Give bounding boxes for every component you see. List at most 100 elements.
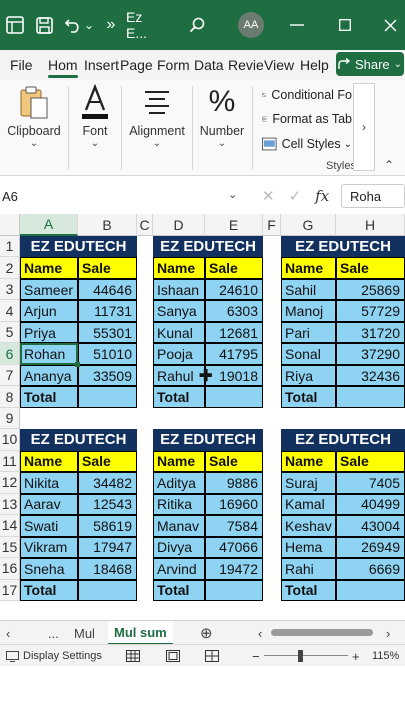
- column-header-h[interactable]: H: [336, 214, 405, 236]
- collapse-ribbon-icon[interactable]: ⌃: [384, 158, 394, 172]
- sale-cell[interactable]: 43004: [336, 515, 405, 537]
- sale-cell[interactable]: 26949: [336, 536, 405, 559]
- name-cell[interactable]: Sanya: [153, 300, 205, 322]
- insert-function-icon[interactable]: fx: [315, 187, 329, 205]
- name-column-header[interactable]: Name: [20, 450, 78, 473]
- display-settings-button[interactable]: Display Settings: [6, 645, 102, 667]
- total-label-cell[interactable]: Total: [153, 386, 205, 408]
- undo-icon[interactable]: [62, 0, 84, 50]
- column-header-d[interactable]: D: [153, 214, 205, 236]
- column-header-f[interactable]: F: [263, 214, 281, 236]
- font-group[interactable]: Font ⌄: [70, 80, 120, 176]
- number-group[interactable]: % Number ⌄: [194, 80, 250, 176]
- sale-cell[interactable]: 34482: [78, 472, 137, 494]
- sale-cell[interactable]: 12681: [205, 321, 263, 344]
- name-box-chevron-icon[interactable]: ⌄: [228, 188, 237, 201]
- name-column-header[interactable]: Name: [153, 257, 205, 279]
- table-title[interactable]: EZ EDUTECH: [20, 236, 137, 258]
- table-title[interactable]: EZ EDUTECH: [281, 236, 405, 258]
- name-cell[interactable]: Manoj: [281, 300, 336, 322]
- alignment-group[interactable]: Alignment ⌄: [124, 80, 190, 176]
- sale-cell[interactable]: 16960: [205, 493, 263, 516]
- sheet-more-icon[interactable]: ...: [48, 621, 59, 645]
- enter-icon[interactable]: ✓: [289, 187, 302, 205]
- table-title[interactable]: EZ EDUTECH: [153, 236, 263, 258]
- name-cell[interactable]: Sahil: [281, 278, 336, 301]
- total-label-cell[interactable]: Total: [281, 579, 336, 601]
- sale-cell[interactable]: 19018: [205, 364, 263, 387]
- sale-cell[interactable]: 24610: [205, 278, 263, 301]
- clipboard-group[interactable]: Clipboard ⌄: [0, 80, 68, 176]
- total-label-cell[interactable]: Total: [20, 386, 78, 408]
- sale-cell[interactable]: 6669: [336, 558, 405, 580]
- name-cell[interactable]: Arjun: [20, 300, 78, 322]
- sale-cell[interactable]: 58619: [78, 515, 137, 537]
- column-header-g[interactable]: G: [281, 214, 336, 236]
- overflow-icon[interactable]: »: [102, 0, 120, 50]
- sheet-prev-icon[interactable]: ‹: [6, 621, 10, 645]
- sale-cell[interactable]: 19472: [205, 558, 263, 580]
- row-header-5[interactable]: 5: [0, 321, 20, 344]
- formula-input[interactable]: Roha: [341, 184, 405, 208]
- horizontal-scrollbar[interactable]: [271, 629, 373, 636]
- name-column-header[interactable]: Name: [281, 257, 336, 279]
- tab-formulas[interactable]: Form: [157, 50, 190, 80]
- name-column-header[interactable]: Name: [281, 450, 336, 473]
- row-header-10[interactable]: 10: [0, 429, 20, 451]
- add-sheet-icon[interactable]: ⊕: [200, 621, 213, 645]
- row-header-12[interactable]: 12: [0, 472, 20, 494]
- name-cell[interactable]: Kunal: [153, 321, 205, 344]
- row-header-17[interactable]: 17: [0, 579, 20, 601]
- page-break-view-icon[interactable]: [205, 645, 219, 667]
- tab-help[interactable]: Help: [300, 50, 329, 80]
- zoom-slider-thumb[interactable]: [298, 650, 303, 662]
- name-cell[interactable]: Rahi: [281, 558, 336, 580]
- total-value-cell[interactable]: [78, 579, 137, 601]
- name-cell[interactable]: Suraj: [281, 472, 336, 494]
- tab-view[interactable]: View: [264, 50, 294, 80]
- zoom-level[interactable]: 115%: [372, 645, 399, 667]
- column-header-a[interactable]: A: [20, 214, 78, 236]
- sale-cell[interactable]: 57729: [336, 300, 405, 322]
- sale-column-header[interactable]: Sale: [336, 450, 405, 473]
- name-cell[interactable]: Swati: [20, 515, 78, 537]
- row-header-8[interactable]: 8: [0, 386, 20, 408]
- total-label-cell[interactable]: Total: [281, 386, 336, 408]
- tab-insert[interactable]: Insert: [84, 50, 119, 80]
- sale-cell[interactable]: 51010: [78, 343, 137, 365]
- tab-home[interactable]: Hom: [48, 50, 78, 80]
- name-cell[interactable]: Keshav: [281, 515, 336, 537]
- sheet-tab-mul[interactable]: Mul: [74, 621, 95, 645]
- tab-data[interactable]: Data: [194, 50, 224, 80]
- sale-cell[interactable]: 17947: [78, 536, 137, 559]
- sale-cell[interactable]: 7405: [336, 472, 405, 494]
- zoom-out-icon[interactable]: −: [252, 645, 260, 667]
- sale-cell[interactable]: 32436: [336, 364, 405, 387]
- sale-cell[interactable]: 6303: [205, 300, 263, 322]
- name-cell[interactable]: Manav: [153, 515, 205, 537]
- name-cell[interactable]: Ritika: [153, 493, 205, 516]
- name-cell[interactable]: Priya: [20, 321, 78, 344]
- total-value-cell[interactable]: [78, 386, 137, 408]
- sheet-tab-mul-sum[interactable]: Mul sum: [108, 621, 173, 645]
- name-cell[interactable]: Rahul: [153, 364, 205, 387]
- name-cell[interactable]: Kamal: [281, 493, 336, 516]
- share-button[interactable]: Share ⌄: [336, 52, 404, 76]
- name-cell[interactable]: Vikram: [20, 536, 78, 559]
- total-label-cell[interactable]: Total: [20, 579, 78, 601]
- row-header-16[interactable]: 16: [0, 558, 20, 580]
- column-header-c[interactable]: C: [137, 214, 153, 236]
- maximize-icon[interactable]: [335, 0, 355, 50]
- row-header-13[interactable]: 13: [0, 493, 20, 516]
- name-cell[interactable]: Rohan: [20, 343, 78, 365]
- row-header-11[interactable]: 11: [0, 450, 20, 473]
- column-header-b[interactable]: B: [78, 214, 137, 236]
- cell-styles-button[interactable]: Cell Styles ⌄: [262, 133, 352, 155]
- table-title[interactable]: EZ EDUTECH: [20, 429, 137, 451]
- select-all-corner[interactable]: [0, 214, 20, 236]
- name-cell[interactable]: Ananya: [20, 364, 78, 387]
- name-cell[interactable]: Sameer: [20, 278, 78, 301]
- row-header-4[interactable]: 4: [0, 300, 20, 322]
- name-cell[interactable]: Sonal: [281, 343, 336, 365]
- search-icon[interactable]: [186, 0, 208, 50]
